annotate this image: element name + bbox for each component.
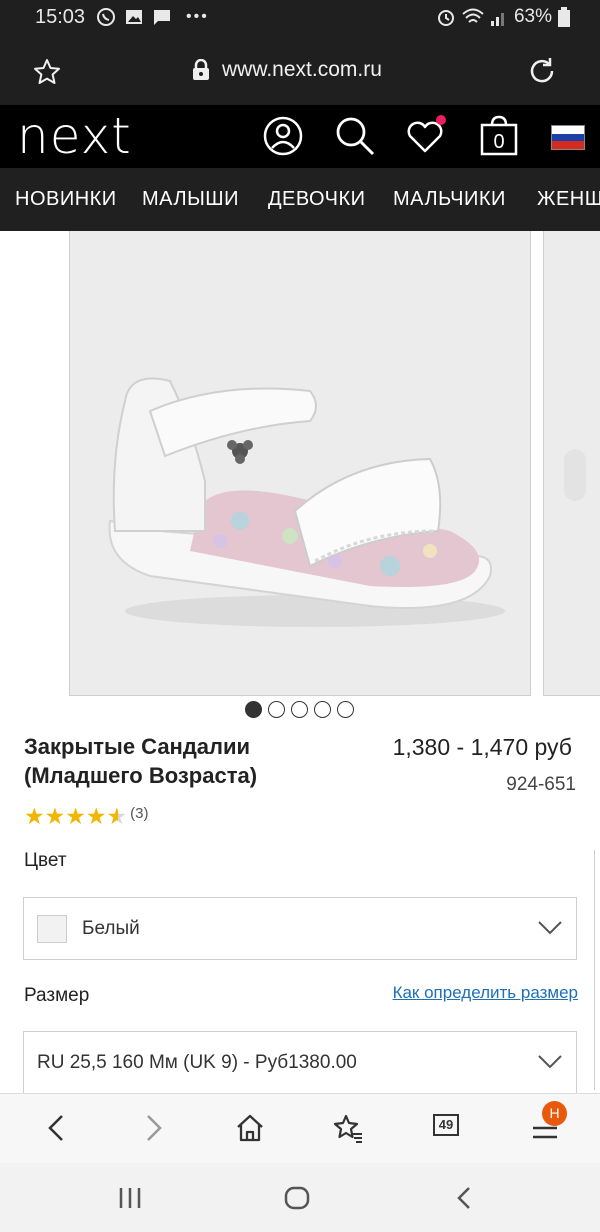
- gallery-dot[interactable]: [337, 701, 354, 718]
- chevron-down-icon: [538, 1055, 562, 1069]
- home-button-icon[interactable]: [284, 1185, 310, 1211]
- bookmarks-star-icon[interactable]: [333, 1113, 363, 1143]
- lock-icon: [193, 59, 209, 80]
- signal-icon: [490, 13, 504, 26]
- star-icon: ★: [65, 803, 86, 829]
- sandal-image: [108, 377, 505, 627]
- color-label: Цвет: [24, 850, 67, 871]
- size-label: Размер: [24, 985, 90, 1006]
- tabs-button[interactable]: 49: [433, 1114, 459, 1136]
- shopping-bag-icon[interactable]: 0: [478, 115, 520, 157]
- forward-icon[interactable]: [138, 1113, 168, 1143]
- star-icon: ★: [24, 803, 45, 829]
- battery-icon: [558, 7, 570, 27]
- side-panel-edge: [594, 850, 600, 1090]
- bookmark-star-icon[interactable]: [32, 57, 62, 87]
- nav-item-new[interactable]: НОВИНКИ: [15, 188, 117, 211]
- nav-item-babies[interactable]: МАЛЫШИ: [142, 188, 239, 211]
- wifi-icon: [462, 8, 484, 23]
- product-title: Закрытые Сандалии (Младшего Возраста): [24, 732, 334, 790]
- half-star-icon: ★: [106, 803, 128, 829]
- size-select[interactable]: RU 25,5 160 Мм (UK 9) - Руб1380.00: [23, 1031, 577, 1093]
- url-text: www.next.com.ru: [222, 58, 382, 81]
- url-field[interactable]: www.next.com.ru: [192, 58, 382, 82]
- star-icon: ★: [44, 803, 66, 829]
- scroll-handle[interactable]: [564, 449, 586, 501]
- product-image[interactable]: [69, 231, 531, 696]
- next-logo[interactable]: next: [17, 107, 132, 165]
- color-selected-value: Белый: [82, 918, 140, 939]
- color-swatch: [37, 915, 67, 943]
- viber-icon: [97, 8, 115, 26]
- rating[interactable]: ★ ★ ★ ★ ★ (3): [24, 804, 148, 828]
- gallery-dot[interactable]: [314, 701, 331, 718]
- alarm-icon: [437, 10, 454, 26]
- browser-toolbar: 49: [0, 1093, 600, 1163]
- back-button-icon[interactable]: [452, 1185, 478, 1211]
- product-title-line1: Закрытые Сандалии: [24, 734, 251, 759]
- product-sku: 924-651: [506, 774, 576, 795]
- category-nav: НОВИНКИ МАЛЫШИ ДЕВОЧКИ МАЛЬЧИКИ ЖЕНЩ: [0, 168, 600, 231]
- product-price: 1,380 - 1,470 руб: [392, 734, 572, 760]
- russia-flag-icon[interactable]: [551, 125, 585, 150]
- image-icon: [126, 10, 142, 24]
- search-icon[interactable]: [334, 115, 376, 157]
- nav-item-women[interactable]: ЖЕНЩ: [537, 188, 600, 211]
- notification-icons: •••: [96, 7, 209, 27]
- status-right: 63%: [436, 6, 570, 28]
- message-icon: [154, 10, 170, 25]
- recent-apps-icon[interactable]: [117, 1185, 143, 1211]
- nav-item-boys[interactable]: МАЛЬЧИКИ: [393, 188, 506, 211]
- android-nav-bar: [0, 1163, 600, 1232]
- gallery-dots: [245, 701, 354, 718]
- browser-address-bar: www.next.com.ru: [0, 38, 600, 105]
- gallery-dot[interactable]: [291, 701, 308, 718]
- menu-badge: H: [542, 1101, 567, 1126]
- size-guide-link[interactable]: Как определить размер: [393, 983, 578, 1003]
- rating-count[interactable]: (3): [130, 805, 148, 822]
- home-icon[interactable]: [235, 1113, 265, 1143]
- site-header: next 0: [0, 105, 600, 168]
- gallery-dot[interactable]: [245, 701, 262, 718]
- account-icon[interactable]: [262, 115, 304, 157]
- size-selected-value: RU 25,5 160 Мм (UK 9) - Руб1380.00: [37, 1052, 357, 1073]
- nav-item-girls[interactable]: ДЕВОЧКИ: [268, 188, 366, 211]
- reload-icon[interactable]: [526, 55, 558, 87]
- product-gallery[interactable]: [0, 231, 600, 697]
- more-notifications: •••: [186, 8, 209, 25]
- chevron-down-icon: [538, 921, 562, 935]
- bag-count: 0: [493, 131, 504, 153]
- back-icon[interactable]: [42, 1113, 72, 1143]
- gallery-dot[interactable]: [268, 701, 285, 718]
- color-select[interactable]: Белый: [23, 897, 577, 960]
- status-time: 15:03: [35, 6, 86, 28]
- battery-level: 63%: [513, 6, 552, 27]
- status-bar: 15:03 ••• 63%: [0, 0, 600, 38]
- star-icon: ★: [85, 803, 107, 829]
- wishlist-heart-icon[interactable]: [404, 115, 446, 157]
- product-title-line2: (Младшего Возраста): [24, 763, 258, 788]
